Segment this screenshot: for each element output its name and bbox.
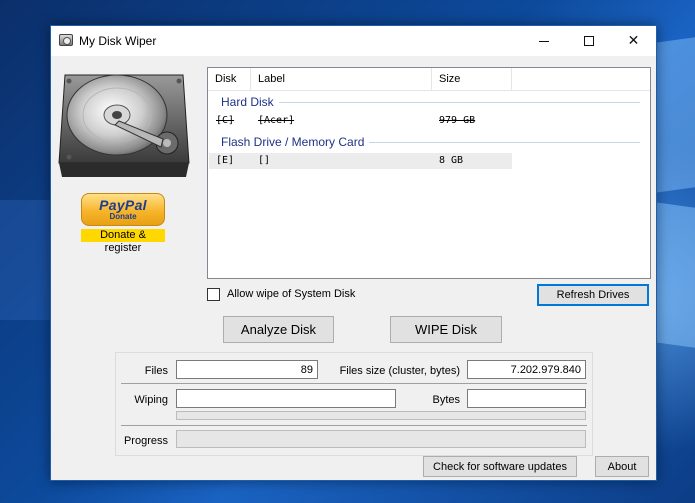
drive-size: 979 GB [439,115,476,126]
column-header-size[interactable]: Size [432,68,512,91]
files-size-label: Files size (cluster, bytes) [339,365,460,377]
wiping-field [176,389,396,408]
minimize-icon [538,40,549,42]
maximize-button[interactable] [566,26,611,56]
windows-logo-pane [0,200,50,320]
group-label: Hard Disk [221,95,274,109]
separator [121,383,587,384]
drive-list[interactable]: Disk Label Size Hard Disk [C] [Acer] 979… [207,67,651,279]
window-client-area: PayPal Donate Donate & register Disk Lab… [51,56,656,480]
paypal-donate-button[interactable]: PayPal Donate [81,193,165,226]
refresh-drives-button[interactable]: Refresh Drives [537,284,649,306]
close-icon: ✕ [627,33,640,49]
drive-label: [Acer] [258,115,295,126]
app-window: My Disk Wiper ✕ PayPal Donate Donate & r… [50,25,657,481]
bytes-label: Bytes [432,394,460,406]
allow-system-wipe-checkbox[interactable]: Allow wipe of System Disk [207,287,355,301]
maximize-icon [583,36,594,46]
files-label: Files [144,365,168,377]
minimize-button[interactable] [521,26,566,56]
checkbox-label: Allow wipe of System Disk [227,288,356,300]
group-divider [278,101,640,103]
wiping-label: Wiping [134,394,168,406]
windows-logo-pane [655,202,695,348]
list-header: Disk Label Size [208,68,650,91]
column-header-disk[interactable]: Disk [208,68,251,91]
wipe-disk-button[interactable]: WIPE Disk [390,316,502,343]
stats-panel: Files 89 Files size (cluster, bytes) 7.2… [115,352,593,456]
paypal-logo-text: PayPal [99,197,147,213]
drive-row-c[interactable]: [C] [Acer] 979 GB [209,113,512,129]
donate-register-link[interactable]: Donate & register [81,229,165,254]
bytes-field [467,389,586,408]
check-updates-button[interactable]: Check for software updates [423,456,577,477]
about-button[interactable]: About [595,456,649,477]
windows-logo-pane [655,37,695,193]
overall-progress-bar [176,430,586,448]
hard-disk-icon [59,34,73,46]
group-header-hard-disk[interactable]: Hard Disk [221,95,640,109]
separator [121,425,587,426]
files-size-field: 7.202.979.840 [467,360,586,379]
checkbox-box[interactable] [207,287,220,301]
progress-label: Progress [123,435,168,447]
close-button[interactable]: ✕ [611,26,656,56]
drive-row-e[interactable]: [E] [] 8 GB [209,153,512,169]
group-header-flash-drive[interactable]: Flash Drive / Memory Card [221,135,640,149]
files-count-field: 89 [176,360,318,379]
hard-disk-illustration [58,74,190,177]
window-title: My Disk Wiper [79,34,157,48]
drive-letter: [E] [216,155,235,166]
column-header-label[interactable]: Label [251,68,432,91]
group-divider [369,141,640,143]
analyze-disk-button[interactable]: Analyze Disk [223,316,334,343]
title-bar[interactable]: My Disk Wiper ✕ [51,26,656,56]
drive-label: [] [258,155,271,166]
drive-size: 8 GB [439,155,464,166]
wiping-progress-bar [176,411,586,420]
drive-letter: [C] [216,115,235,126]
group-label: Flash Drive / Memory Card [221,135,365,149]
paypal-donate-text: Donate [109,212,137,221]
